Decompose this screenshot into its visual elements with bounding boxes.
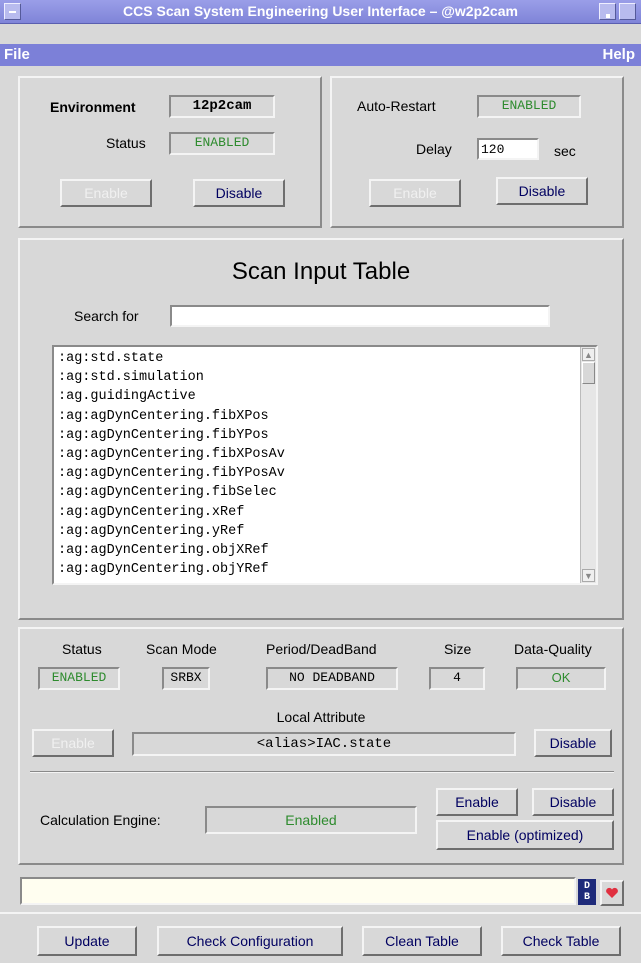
minimize-icon[interactable]: [599, 3, 616, 20]
list-item[interactable]: :ag:std.state: [58, 349, 285, 368]
update-button[interactable]: Update: [37, 926, 137, 956]
data-quality-value: OK: [516, 667, 606, 690]
check-table-button[interactable]: Check Table: [501, 926, 621, 956]
delay-input[interactable]: [477, 138, 539, 160]
calc-engine-value: Enabled: [205, 806, 417, 834]
environment-enable-button[interactable]: Enable: [60, 179, 152, 207]
scan-input-items: :ag:std.state:ag:std.simulation:ag.guidi…: [58, 349, 285, 579]
list-item[interactable]: :ag:agDynCentering.fibYPos: [58, 426, 285, 445]
window-titlebar[interactable]: CCS Scan System Engineering User Interfa…: [0, 0, 641, 24]
environment-status-value: ENABLED: [169, 132, 275, 155]
calc-disable-button[interactable]: Disable: [532, 788, 614, 816]
heart-icon[interactable]: [600, 880, 624, 906]
size-label: Size: [444, 641, 472, 657]
detail-status-label: Status: [62, 641, 102, 657]
list-item[interactable]: :ag:agDynCentering.fibXPos: [58, 407, 285, 426]
period-deadband-value: NO DEADBAND: [266, 667, 398, 690]
environment-disable-button[interactable]: Disable: [193, 179, 285, 207]
calc-enable-optimized-button[interactable]: Enable (optimized): [436, 820, 614, 850]
menu-help[interactable]: Help: [602, 46, 635, 63]
list-item[interactable]: :ag:agDynCentering.objXRef: [58, 541, 285, 560]
database-icon-text: DB: [583, 881, 590, 903]
calc-enable-button[interactable]: Enable: [436, 788, 518, 816]
list-item[interactable]: :ag:agDynCentering.yRef: [58, 522, 285, 541]
clean-table-button[interactable]: Clean Table: [362, 926, 482, 956]
auto-restart-panel: Auto-Restart ENABLED Delay sec Enable Di…: [330, 76, 624, 228]
auto-restart-disable-button[interactable]: Disable: [496, 177, 588, 205]
environment-label: Environment: [50, 99, 136, 115]
delay-unit-label: sec: [554, 143, 576, 159]
window-menu-icon[interactable]: [4, 3, 21, 20]
list-item[interactable]: :ag:agDynCentering.fibSelec: [58, 483, 285, 502]
list-item[interactable]: :ag:agDynCentering.fibXPosAv: [58, 445, 285, 464]
attribute-details-panel: Status ENABLED Scan Mode SRBX Period/Dea…: [18, 627, 624, 865]
divider-highlight: [30, 772, 614, 773]
detail-disable-button[interactable]: Disable: [534, 729, 612, 757]
auto-restart-value: ENABLED: [477, 95, 581, 118]
auto-restart-enable-button[interactable]: Enable: [369, 179, 461, 207]
search-input[interactable]: [170, 305, 550, 327]
database-icon[interactable]: DB: [578, 879, 596, 905]
local-attribute-value: <alias>IAC.state: [132, 732, 516, 756]
calc-engine-label: Calculation Engine:: [40, 812, 161, 828]
environment-status-label: Status: [106, 135, 146, 151]
check-configuration-button[interactable]: Check Configuration: [157, 926, 343, 956]
list-item[interactable]: :ag:agDynCentering.xRef: [58, 503, 285, 522]
data-quality-label: Data-Quality: [514, 641, 592, 657]
list-item[interactable]: :ag:agDynCentering.objYRef: [58, 560, 285, 579]
search-label: Search for: [74, 308, 139, 324]
menu-file[interactable]: File: [4, 46, 30, 63]
maximize-icon[interactable]: [619, 3, 636, 20]
list-scrollbar[interactable]: ▲ ▼: [580, 347, 596, 583]
status-message-bar: [20, 877, 576, 905]
period-deadband-label: Period/DeadBand: [266, 641, 377, 657]
local-attribute-label: Local Attribute: [276, 709, 366, 725]
environment-value: 12p2cam: [169, 95, 275, 118]
list-item[interactable]: :ag.guidingActive: [58, 387, 285, 406]
detail-enable-button[interactable]: Enable: [32, 729, 114, 757]
detail-status-value: ENABLED: [38, 667, 120, 690]
window-title: CCS Scan System Engineering User Interfa…: [123, 3, 518, 19]
scroll-down-arrow-icon[interactable]: ▼: [582, 569, 595, 582]
scan-input-list[interactable]: :ag:std.state:ag:std.simulation:ag.guidi…: [52, 345, 598, 585]
scan-table-title: Scan Input Table: [231, 258, 411, 285]
scroll-up-arrow-icon[interactable]: ▲: [582, 348, 595, 361]
menu-bar: File Help: [0, 44, 641, 66]
list-item[interactable]: :ag:agDynCentering.fibYPosAv: [58, 464, 285, 483]
size-value: 4: [429, 667, 485, 690]
list-item[interactable]: :ag:std.simulation: [58, 368, 285, 387]
environment-panel: Environment 12p2cam Status ENABLED Enabl…: [18, 76, 322, 228]
scroll-thumb[interactable]: [582, 362, 595, 384]
delay-label: Delay: [416, 141, 452, 157]
scan-mode-value: SRBX: [162, 667, 210, 690]
scan-mode-label: Scan Mode: [146, 641, 217, 657]
auto-restart-label: Auto-Restart: [357, 98, 436, 114]
